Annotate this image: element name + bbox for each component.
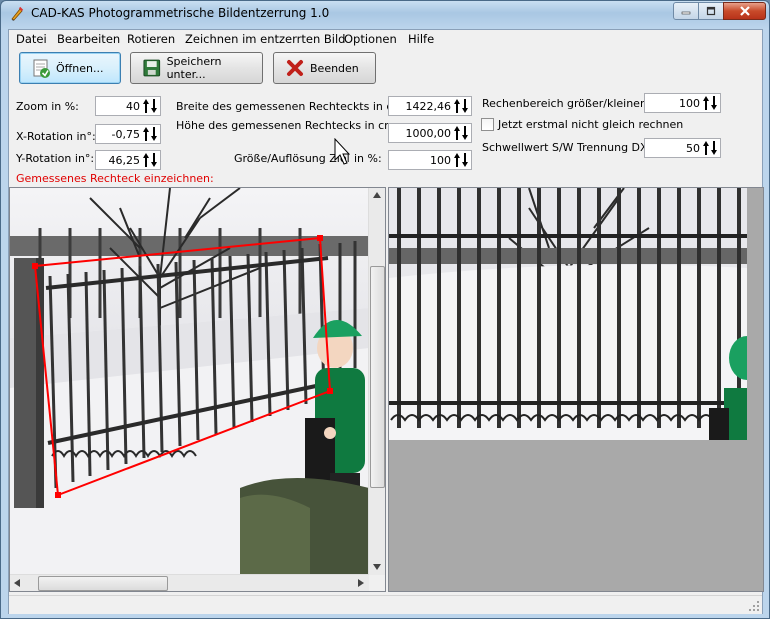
threshold-value: 50 [686,142,700,155]
open-button[interactable]: Öffnen... [19,52,121,84]
size-label: Größe/Auflösung Ziel [234,152,350,165]
open-button-label: Öffnen... [56,61,104,75]
x-rotation-label: X-Rotation in°: [16,130,96,143]
exit-button[interactable]: Beenden [273,52,376,84]
instruction-label: Gemessenes Rechteck einzeichnen: [16,172,214,185]
menu-optionen[interactable]: Optionen [344,32,397,46]
spinner-arrows-icon[interactable] [142,126,158,142]
size-spinner[interactable]: 100 [388,150,472,170]
scroll-left-icon[interactable] [14,579,20,587]
vertical-scroll-thumb[interactable] [370,266,385,488]
threshold-spinner[interactable]: 50 [644,138,721,158]
scroll-up-icon[interactable] [373,192,381,198]
menu-datei[interactable]: Datei [16,32,47,46]
zoom-value: 40 [126,100,140,113]
x-rotation-spinner[interactable]: -0,75 [95,124,161,144]
resize-grip-icon[interactable] [748,600,760,612]
no-calc-checkbox[interactable] [481,118,494,131]
horizontal-scrollbar[interactable] [10,574,369,591]
close-button[interactable] [723,2,766,20]
height-spinner[interactable]: 1000,00 [388,123,472,143]
minimize-icon [681,11,691,15]
save-as-button[interactable]: Speichern unter... [130,52,263,84]
scroll-right-icon[interactable] [358,579,364,587]
zoom-label: Zoom in %: [16,100,79,113]
range-label: Rechenbereich größer/kleiner: [482,97,648,110]
status-bar [9,595,762,614]
spinner-arrows-icon[interactable] [453,152,469,168]
y-rotation-label: Y-Rotation in°: [16,152,95,165]
title-bar[interactable]: CAD-KAS Photogrammetrische Bildentzerrun… [1,1,769,29]
menu-bar: Datei Bearbeiten Rotieren Zeichnen im en… [9,30,762,48]
spinner-arrows-icon[interactable] [702,140,718,156]
save-icon [143,59,161,77]
zoom-spinner[interactable]: 40 [95,96,161,116]
rectified-image-panel[interactable] [388,187,764,592]
height-value: 1000,00 [405,127,452,140]
spinner-arrows-icon[interactable] [142,152,158,168]
threshold-label: Schwellwert S/W Trennung DXF: [482,141,657,154]
maximize-button[interactable] [698,2,724,20]
width-spinner[interactable]: 1422,46 [388,96,472,116]
minimize-button[interactable] [673,2,699,20]
spinner-arrows-icon[interactable] [453,125,469,141]
horizontal-scroll-thumb[interactable] [38,576,168,591]
size-label-end: in %: [354,152,382,165]
app-icon [11,6,24,21]
exit-button-label: Beenden [310,61,359,75]
height-label: Höhe des gemessenen Rechtecks in cm: [176,119,399,132]
x-rotation-value: -0,75 [111,128,140,141]
menu-rotieren[interactable]: Rotieren [127,32,175,46]
mouse-cursor-icon [334,138,350,165]
save-as-button-label: Speichern unter... [166,55,222,81]
close-icon [739,6,750,16]
scroll-down-icon[interactable] [373,564,381,570]
spinner-arrows-icon[interactable] [453,98,469,114]
size-value: 100 [430,154,451,167]
y-rotation-value: 46,25 [108,154,141,167]
close-x-icon [287,60,303,76]
no-calc-label: Jetzt erstmal nicht gleich rechnen [498,118,684,131]
maximize-icon [706,6,716,16]
range-spinner[interactable]: 100 [644,93,721,113]
source-image-panel[interactable] [9,187,386,592]
range-value: 100 [679,97,700,110]
menu-bearbeiten[interactable]: Bearbeiten [57,32,120,46]
app-window: CAD-KAS Photogrammetrische Bildentzerrun… [0,0,770,619]
client-area: Datei Bearbeiten Rotieren Zeichnen im en… [8,29,764,614]
spinner-arrows-icon[interactable] [142,98,158,114]
spinner-arrows-icon[interactable] [702,95,718,111]
folder-open-icon [33,59,50,78]
scrollbar-corner [369,575,385,591]
vertical-scrollbar[interactable] [368,188,385,575]
width-label: Breite des gemessenen Rechteckts in cm: [176,100,407,113]
width-value: 1422,46 [405,100,452,113]
source-photo[interactable] [10,188,369,575]
menu-hilfe[interactable]: Hilfe [408,32,434,46]
rectified-photo[interactable] [389,188,747,440]
y-rotation-spinner[interactable]: 46,25 [95,150,161,170]
menu-zeichnen[interactable]: Zeichnen im entzerrten Bild [185,32,345,46]
window-title: CAD-KAS Photogrammetrische Bildentzerrun… [31,6,330,20]
